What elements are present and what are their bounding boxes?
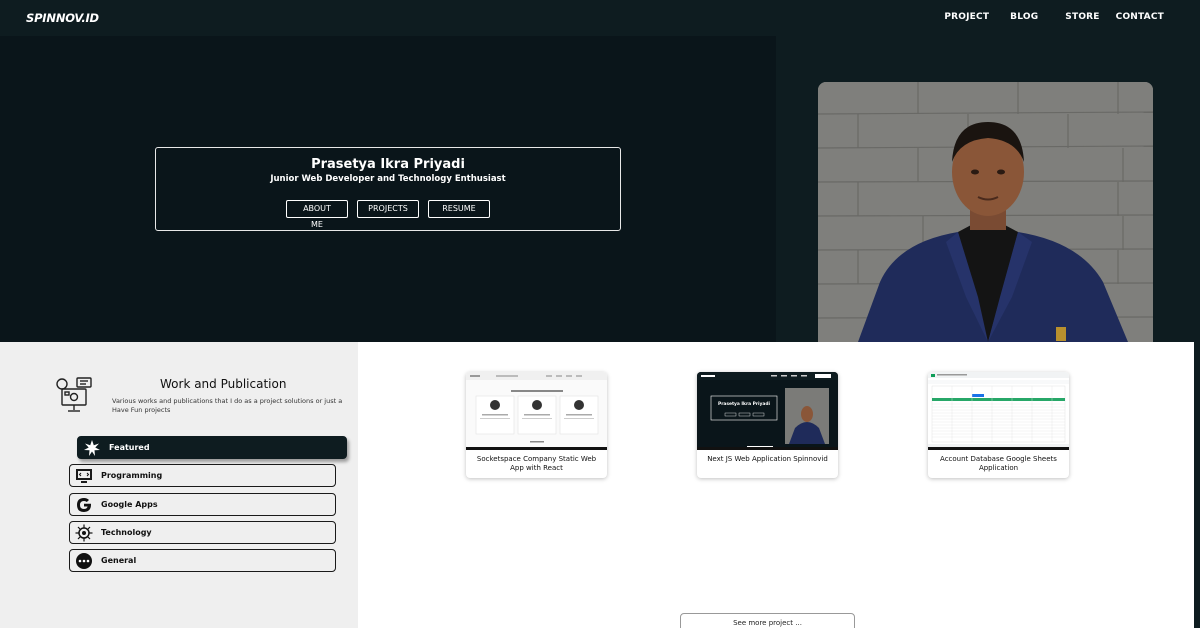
code-window-icon <box>75 467 93 485</box>
project-card-socketspace[interactable]: Socketspace Company Static Web App with … <box>466 372 607 478</box>
site-logo[interactable]: SPINNOV.ID <box>26 11 99 25</box>
about-me-button[interactable]: ABOUT ME <box>286 200 348 229</box>
project-title: Next JS Web Application Spinnovid <box>707 455 828 463</box>
hero-buttons: ABOUT ME PROJECTS RESUME <box>156 200 620 229</box>
nav-link-contact[interactable]: CONTACT <box>1116 12 1164 22</box>
hero-card: Prasetya Ikra Priyadi Junior Web Develop… <box>155 147 621 231</box>
more-dots-icon <box>75 552 93 570</box>
category-general[interactable]: General <box>69 549 336 572</box>
category-label: Featured <box>109 443 150 452</box>
project-title: Account Database Google Sheets Applicati… <box>940 455 1057 472</box>
work-desk-icon <box>55 377 93 413</box>
project-title: Socketspace Company Static Web App with … <box>476 455 597 472</box>
hero-role: Junior Web Developer and Technology Enth… <box>270 174 506 184</box>
sparkle-icon <box>83 439 101 457</box>
category-label: Programming <box>101 471 163 480</box>
profile-photo <box>818 82 1153 342</box>
chip-icon <box>75 524 93 542</box>
thumb-hero-name: Prasetya Ikra Priyadi <box>718 401 770 407</box>
section-title: Work and Publication <box>160 377 287 391</box>
category-label: General <box>101 556 137 565</box>
google-icon <box>75 496 93 514</box>
nav-link-blog[interactable]: BLOG <box>1010 12 1038 22</box>
category-technology[interactable]: Technology <box>69 521 336 544</box>
scroll-edge <box>1194 342 1200 628</box>
projects-button[interactable]: PROJECTS <box>357 200 419 218</box>
hero-name: Prasetya Ikra Priyadi <box>311 157 465 172</box>
category-label: Technology <box>101 528 152 537</box>
category-featured[interactable]: Featured <box>77 436 347 459</box>
section-description: Various works and publications that I do… <box>112 397 343 414</box>
see-more-projects-button[interactable]: See more project ... <box>680 613 855 628</box>
project-card-spinnovid[interactable]: Prasetya Ikra Priyadi Next JS Web Applic… <box>697 372 838 478</box>
project-card-account-database[interactable]: Account Database Google Sheets Applicati… <box>928 372 1069 478</box>
project-thumbnail <box>928 372 1069 450</box>
project-thumbnail <box>466 372 607 450</box>
nav-link-store[interactable]: STORE <box>1065 12 1099 22</box>
resume-button[interactable]: RESUME <box>428 200 490 218</box>
nav-link-project[interactable]: PROJECT <box>944 12 989 22</box>
category-google-apps[interactable]: Google Apps <box>69 493 336 516</box>
category-label: Google Apps <box>101 500 158 509</box>
nav-links: PROJECT BLOG STORE CONTACT <box>944 12 1164 22</box>
navbar: SPINNOV.ID PROJECT BLOG STORE CONTACT <box>0 0 1200 36</box>
category-programming[interactable]: Programming <box>69 464 336 487</box>
project-thumbnail: Prasetya Ikra Priyadi <box>697 372 838 450</box>
